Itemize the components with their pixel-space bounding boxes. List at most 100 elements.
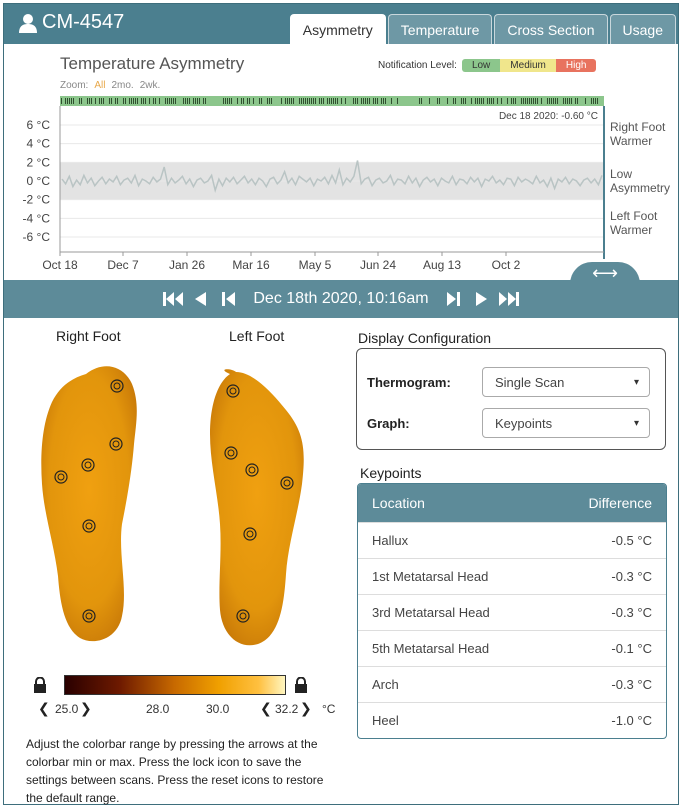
table-header: Location Difference: [358, 484, 666, 522]
last-scan-button[interactable]: [498, 290, 520, 308]
keypoint-difference: -0.1 °C: [611, 641, 652, 656]
tab-temperature[interactable]: Temperature: [387, 14, 493, 44]
max-decrease-arrow[interactable]: ❮: [260, 700, 272, 717]
thermogram-row: Thermogram: Single Scan ▾: [367, 367, 650, 397]
zoom-2wk-button[interactable]: 2wk.: [140, 80, 161, 91]
thermogram-select[interactable]: Single Scan ▾: [482, 367, 650, 397]
coverage-tick: [155, 98, 156, 104]
max-increase-arrow[interactable]: ❯: [300, 700, 312, 717]
coverage-tick: [165, 98, 166, 104]
coverage-tick: [357, 98, 358, 104]
coverage-tick: [81, 98, 82, 104]
coverage-tick: [361, 98, 362, 104]
coverage-tick: [487, 98, 488, 104]
coverage-tick: [421, 98, 422, 104]
tab-asymmetry[interactable]: Asymmetry: [289, 14, 386, 44]
y-tick-label: 6 °C: [27, 118, 51, 132]
coverage-tick: [253, 98, 254, 104]
coverage-tick: [537, 98, 538, 104]
y-tick-label: 4 °C: [27, 137, 51, 151]
lock-icon[interactable]: [33, 677, 47, 693]
coverage-tick: [149, 98, 150, 104]
coverage-tick: [231, 98, 232, 104]
coverage-tick: [167, 98, 168, 104]
tab-usage[interactable]: Usage: [609, 14, 676, 44]
coverage-tick: [531, 98, 532, 104]
colorbar-max: 32.2: [275, 702, 299, 716]
colorbar-tick: 30.0: [206, 702, 230, 716]
patient-title: CM-4547: [18, 11, 124, 34]
keypoints-table: Location Difference Hallux -0.5 °C 1st M…: [357, 483, 667, 739]
table-row[interactable]: Hallux -0.5 °C: [358, 522, 666, 558]
asymmetry-chart-panel: 6 °C 4 °C 2 °C 0 °C -2 °C -4 °C -6 °C Oct 18 De…: [4, 44, 678, 280]
coverage-tick: [463, 98, 464, 104]
zoom-label: Zoom:: [60, 80, 89, 91]
coverage-tick: [61, 98, 62, 104]
next-scan-button[interactable]: [442, 290, 464, 308]
coverage-tick: [551, 98, 552, 104]
column-difference[interactable]: Difference: [588, 495, 652, 511]
table-row[interactable]: Heel -1.0 °C: [358, 702, 666, 738]
coverage-tick: [243, 98, 244, 104]
table-row[interactable]: 3rd Metatarsal Head -0.3 °C: [358, 594, 666, 630]
level-medium: Medium: [500, 59, 556, 72]
zoom-all-button[interactable]: All: [94, 80, 105, 91]
left-foot-label: Left Foot: [229, 328, 285, 344]
coverage-tick: [205, 98, 206, 104]
coverage-tick: [591, 98, 592, 104]
previous-scan-button[interactable]: [218, 290, 240, 308]
previous-day-button[interactable]: [190, 290, 212, 308]
coverage-tick: [375, 98, 376, 104]
coverage-tick: [143, 98, 144, 104]
keypoint-difference: -0.3 °C: [611, 605, 652, 620]
next-day-button[interactable]: [470, 290, 492, 308]
coverage-tick: [115, 98, 116, 104]
column-location[interactable]: Location: [372, 495, 425, 511]
coverage-tick: [373, 98, 374, 104]
coverage-tick: [333, 98, 334, 104]
coverage-tick: [337, 98, 338, 104]
coverage-tick: [585, 98, 586, 104]
x-tick-label: Oct 18: [42, 258, 78, 272]
notification-label: Notification Level:: [378, 60, 457, 71]
coverage-tick: [133, 98, 134, 104]
table-row[interactable]: 5th Metatarsal Head -0.1 °C: [358, 630, 666, 666]
coverage-tick: [595, 98, 596, 104]
table-row[interactable]: 1st Metatarsal Head -0.3 °C: [358, 558, 666, 594]
coverage-tick: [577, 98, 578, 104]
table-row[interactable]: Arch -0.3 °C: [358, 666, 666, 702]
coverage-tick: [171, 98, 172, 104]
coverage-tick: [365, 98, 366, 104]
coverage-tick: [197, 98, 198, 104]
zoom-2mo-button[interactable]: 2mo.: [111, 80, 133, 91]
coverage-tick: [141, 98, 142, 104]
min-decrease-arrow[interactable]: ❮: [38, 700, 50, 717]
tab-cross-section[interactable]: Cross Section: [494, 14, 608, 44]
coverage-tick: [89, 98, 90, 104]
min-increase-arrow[interactable]: ❯: [80, 700, 92, 717]
coverage-tick: [261, 98, 262, 104]
coverage-tick: [65, 98, 66, 104]
coverage-tick: [429, 98, 430, 104]
first-scan-button[interactable]: [162, 290, 184, 308]
coverage-tick: [173, 98, 174, 104]
coverage-tick: [397, 98, 398, 104]
coverage-tick: [461, 98, 462, 104]
right-foot-warmer-label: Right Foot Warmer: [610, 120, 666, 148]
coverage-tick: [353, 98, 354, 104]
coverage-tick: [483, 98, 484, 104]
colorbar-unit: °C: [322, 702, 336, 716]
colorbar-tick: 28.0: [146, 702, 170, 716]
graph-value: Keypoints: [495, 415, 553, 431]
graph-select[interactable]: Keypoints ▾: [482, 408, 650, 438]
coverage-tick: [311, 98, 312, 104]
coverage-tick: [101, 98, 102, 104]
graph-label: Graph:: [367, 415, 410, 431]
right-foot-thermogram: [41, 366, 137, 642]
coverage-tick: [319, 98, 320, 104]
foot-thermograms: [41, 366, 304, 646]
coverage-tick: [567, 98, 568, 104]
coverage-tick: [335, 98, 336, 104]
coverage-tick: [125, 98, 126, 104]
lock-icon[interactable]: [294, 677, 308, 693]
